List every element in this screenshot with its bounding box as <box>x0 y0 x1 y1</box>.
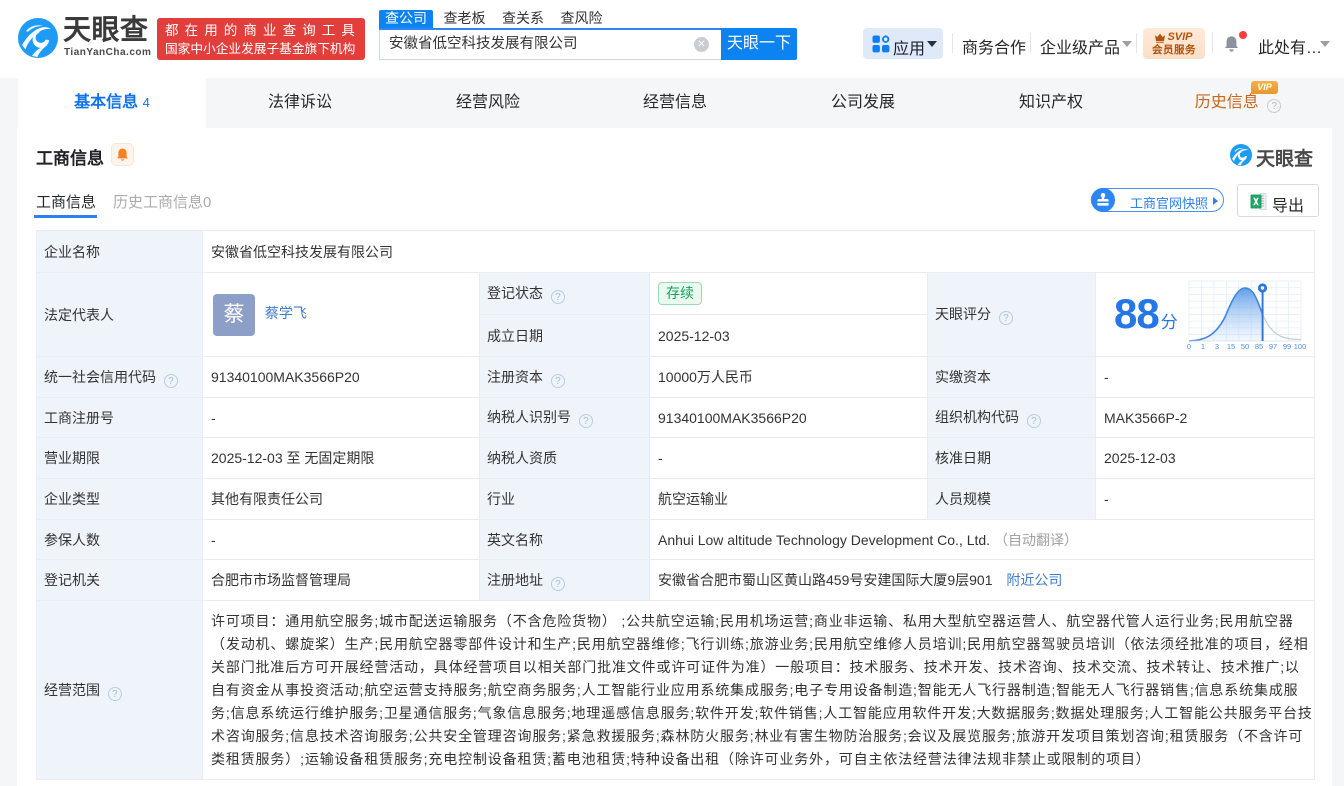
svg-text:15: 15 <box>1227 342 1235 351</box>
svg-text:3: 3 <box>1215 342 1219 351</box>
svg-text:50: 50 <box>1241 342 1249 351</box>
svg-text:85: 85 <box>1255 342 1263 351</box>
svg-text:1: 1 <box>1201 342 1205 351</box>
svg-text:100: 100 <box>1294 342 1307 351</box>
svg-text:0: 0 <box>1187 342 1191 351</box>
svg-text:97: 97 <box>1269 342 1277 351</box>
svg-text:99: 99 <box>1283 342 1291 351</box>
